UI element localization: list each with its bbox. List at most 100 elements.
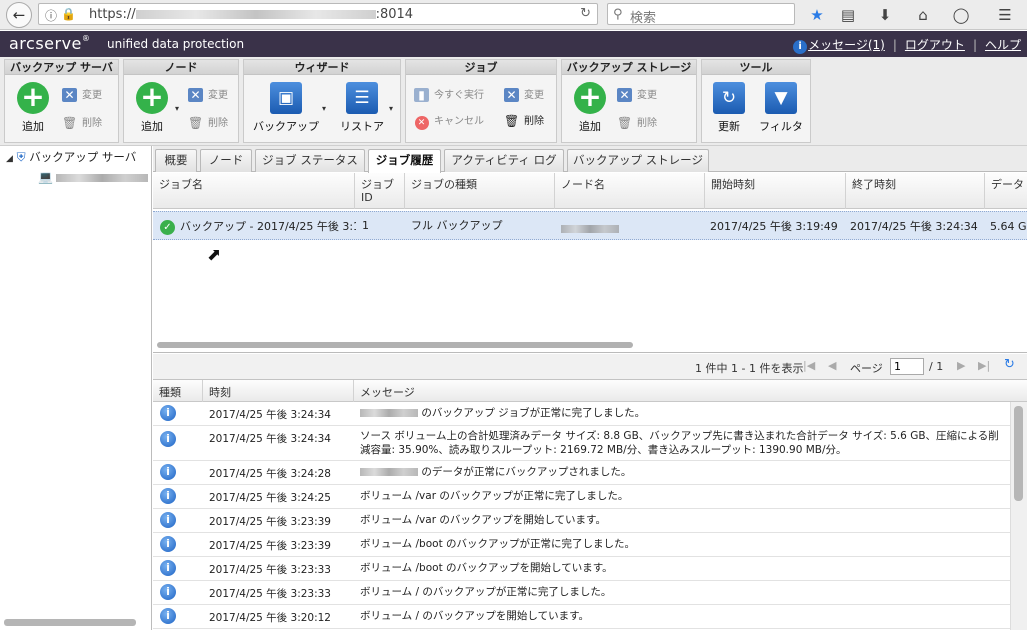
tab-backup-storage[interactable]: バックアップ ストレージ — [567, 149, 709, 172]
collapse-triangle-icon[interactable]: ◢ — [6, 154, 13, 164]
col-node-name[interactable]: ノード名 — [555, 173, 705, 209]
tree-horizontal-scrollbar[interactable] — [4, 619, 136, 626]
tab-activity-log[interactable]: アクティビティ ログ — [444, 149, 564, 172]
pocket-icon[interactable]: ◯ — [950, 4, 972, 26]
edit-icon: ✕ — [62, 88, 77, 102]
backup-server-change-button[interactable]: ✕ 変更 — [62, 86, 102, 102]
tab-job-history[interactable]: ジョブ履歴 — [368, 149, 441, 173]
lock-icon: 🔒 — [61, 7, 76, 21]
tree-node-backup-server[interactable]: ◢ ⛨ バックアップ サーバ — [6, 149, 136, 165]
storage-delete-button[interactable]: 🗑 削除 — [617, 114, 657, 130]
address-bar[interactable]: ⓘ 🔒 https://:8014 ↻ — [38, 3, 598, 25]
col-job-type[interactable]: ジョブの種類 — [405, 173, 555, 209]
col-end-time[interactable]: 終了時刻 — [846, 173, 985, 209]
col-start-time[interactable]: 開始時刻 — [705, 173, 846, 209]
restore-wizard-button[interactable]: ☰ リストア — [336, 82, 388, 134]
log-row[interactable]: i 2017/4/25 午後 3:23:33 ボリューム /boot のバックアップ… — [153, 557, 1010, 581]
log-row[interactable]: i 2017/4/25 午後 3:24:34 のバックアップ ジョブが正常に完了し… — [153, 402, 1010, 426]
info-icon: i — [160, 608, 176, 624]
log-row[interactable]: i 2017/4/25 午後 3:23:39 ボリューム /boot のバックアップ… — [153, 533, 1010, 557]
log-row[interactable]: i 2017/4/25 午後 3:24:25 ボリューム /var のバックアップが… — [153, 485, 1010, 509]
tree-node-server[interactable]: 💻 — [38, 170, 149, 184]
next-page-icon[interactable]: ▶ — [957, 359, 965, 372]
filter-button[interactable]: ▼ フィルタ — [757, 82, 805, 134]
server-tree: ◢ ⛨ バックアップ サーバ 💻 — [0, 146, 152, 630]
tab-job-status[interactable]: ジョブ ステータス — [255, 149, 365, 172]
col-message[interactable]: メッセージ — [354, 380, 1027, 402]
job-delete-button[interactable]: 🗑 削除 — [504, 112, 544, 128]
col-job-id[interactable]: ジョブ ID — [355, 173, 405, 209]
reading-list-icon[interactable]: ▤ — [837, 4, 859, 26]
tab-node[interactable]: ノード — [200, 149, 252, 172]
button-label: リストア — [340, 120, 384, 133]
col-data[interactable]: データ — [985, 173, 1027, 209]
backup-server-add-button[interactable]: + 追加 — [13, 82, 53, 134]
job-grid-horizontal-scrollbar[interactable] — [157, 342, 633, 348]
log-message: ソース ボリューム上の合計処理済みデータ サイズ: 8.8 GB、バックアップ先… — [360, 429, 1005, 457]
reload-icon[interactable]: ↻ — [580, 6, 591, 21]
download-icon[interactable]: ⬇ — [874, 4, 896, 26]
col-type[interactable]: 種類 — [153, 380, 203, 402]
trash-icon: 🗑 — [62, 116, 78, 130]
col-time[interactable]: 時刻 — [203, 380, 354, 402]
logout-link[interactable]: ログアウト — [905, 38, 965, 52]
refresh-button[interactable]: ↻ 更新 — [708, 82, 750, 134]
node-delete-button[interactable]: 🗑 削除 — [188, 114, 228, 130]
back-button[interactable]: ← — [6, 2, 32, 28]
log-scrollbar-thumb[interactable] — [1014, 406, 1023, 501]
log-row[interactable]: i 2017/4/25 午後 3:23:33 ボリューム / のバックアップが正常に… — [153, 581, 1010, 605]
tab-overview[interactable]: 概要 — [155, 149, 197, 172]
log-message: ボリューム / のバックアップが正常に完了しました。 — [360, 585, 1005, 599]
button-label: バックアップ — [253, 120, 319, 133]
storage-change-button[interactable]: ✕ 変更 — [617, 86, 657, 102]
button-label: 削除 — [524, 116, 544, 127]
log-message-text: ボリューム / のバックアップが正常に完了しました。 — [360, 586, 612, 598]
col-job-name[interactable]: ジョブ名 — [153, 173, 355, 209]
pager-refresh-icon[interactable]: ↻ — [1004, 357, 1015, 372]
node-add-button[interactable]: + 追加 — [132, 82, 172, 134]
restore-dropdown-icon[interactable]: ▾ — [389, 104, 393, 113]
prev-page-icon[interactable]: ◀ — [828, 359, 836, 372]
first-page-icon[interactable]: |◀ — [803, 359, 815, 372]
bookmark-star-icon[interactable]: ★ — [806, 4, 828, 26]
log-message-text: のデータが正常にバックアップされました。 — [418, 466, 632, 478]
app-header: arcserve® unified data protection i メッセージ… — [0, 31, 1027, 57]
log-time: 2017/4/25 午後 3:24:34 — [209, 409, 331, 421]
info-icon[interactable]: ⓘ — [45, 7, 57, 24]
server-group-icon: ⛨ — [16, 150, 26, 164]
button-label: 変更 — [524, 90, 544, 101]
menu-icon[interactable]: ☰ — [994, 4, 1016, 26]
group-backup-server: バックアップ サーバ + 追加 ✕ 変更 🗑 削除 — [4, 59, 119, 143]
table-row[interactable]: ✓ バックアップ - 2017/4/25 午後 3:15 1 フル バックアップ … — [153, 211, 1027, 240]
run-now-button[interactable]: ▮ 今すぐ実行 — [414, 86, 484, 102]
last-page-icon[interactable]: ▶| — [978, 359, 990, 372]
log-row[interactable]: i 2017/4/25 午後 3:23:39 ボリューム /var のバックアップを… — [153, 509, 1010, 533]
log-message: ボリューム /boot のバックアップが正常に完了しました。 — [360, 537, 1005, 551]
browser-search-input[interactable]: ⚲ 検索 — [607, 3, 795, 26]
info-icon: i — [160, 464, 176, 480]
job-cancel-button[interactable]: ✕ キャンセル — [414, 112, 484, 130]
node-add-dropdown-icon[interactable]: ▾ — [175, 104, 179, 113]
trash-icon: 🗑 — [188, 116, 204, 130]
log-grid-header: 種類 時刻 メッセージ — [153, 380, 1027, 402]
trash-icon: 🗑 — [617, 116, 633, 130]
log-row[interactable]: i 2017/4/25 午後 3:24:28 のデータが正常にバックアップされまし… — [153, 461, 1010, 485]
group-job: ジョブ ▮ 今すぐ実行 ✕ 変更 ✕ キャンセル 🗑 削除 — [405, 59, 557, 143]
edit-icon: ✕ — [504, 88, 519, 102]
home-icon[interactable]: ⌂ — [912, 4, 934, 26]
log-row[interactable]: i 2017/4/25 午後 3:20:12 ボリューム / のバックアップを開始し… — [153, 605, 1010, 629]
log-row[interactable]: i 2017/4/25 午後 3:24:34 ソース ボリューム上の合計処理済みデー… — [153, 426, 1010, 461]
backup-dropdown-icon[interactable]: ▾ — [322, 104, 326, 113]
trash-icon: 🗑 — [504, 114, 520, 128]
messages-link[interactable]: メッセージ(1) — [808, 38, 885, 52]
job-history-grid: ジョブ名 ジョブ ID ジョブの種類 ノード名 開始時刻 終了時刻 データ ✓ バ… — [153, 173, 1027, 353]
backup-wizard-button[interactable]: ▣ バックアップ — [250, 82, 322, 134]
job-change-button[interactable]: ✕ 変更 — [504, 86, 544, 102]
backup-server-delete-button[interactable]: 🗑 削除 — [62, 114, 102, 130]
help-link[interactable]: ヘルプ — [985, 38, 1021, 52]
storage-add-button[interactable]: + 追加 — [570, 82, 610, 134]
page-number-input[interactable] — [890, 358, 924, 375]
log-message-text: ソース ボリューム上の合計処理済みデータ サイズ: 8.8 GB、バックアップ先… — [360, 430, 999, 456]
node-change-button[interactable]: ✕ 変更 — [188, 86, 228, 102]
job-id-cell: 1 — [362, 219, 369, 232]
